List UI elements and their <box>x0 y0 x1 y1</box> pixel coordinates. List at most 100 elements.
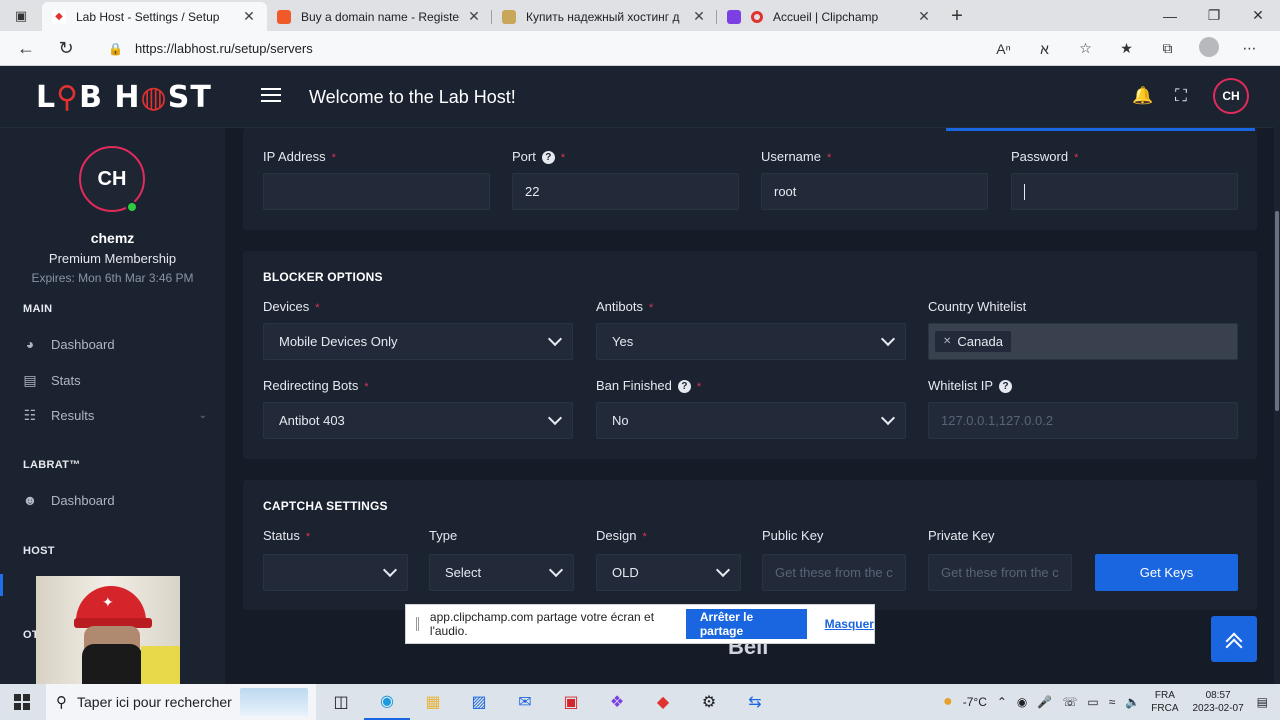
browser-tab-domain[interactable]: Buy a domain name - Register ch ✕ <box>267 2 492 31</box>
close-tab-icon[interactable]: ✕ <box>466 8 482 25</box>
browser-tab-hosting[interactable]: Купить надежный хостинг д ✕ <box>492 2 717 31</box>
more-menu-icon[interactable]: ⋯ <box>1229 40 1270 57</box>
page-scrollbar[interactable] <box>1274 66 1280 684</box>
namecheap-favicon-icon <box>277 9 291 24</box>
microphone-icon[interactable]: 🎤 <box>1037 695 1052 709</box>
cap-logo-icon: ✦ <box>102 594 114 610</box>
sidebar-item-stats[interactable]: ▤ Stats <box>22 369 207 391</box>
teamviewer-icon[interactable]: ⇆ <box>732 684 778 720</box>
favorite-star-icon[interactable]: ☆ <box>1065 40 1106 57</box>
help-icon[interactable]: ? <box>541 151 555 165</box>
captcha-status-select[interactable] <box>263 554 408 591</box>
back-arrow-icon[interactable]: ← <box>6 38 46 59</box>
anydesk-icon[interactable]: ◆ <box>640 684 686 720</box>
hamburger-menu-icon[interactable] <box>261 88 281 104</box>
task-view-icon[interactable]: ◫ <box>318 684 364 720</box>
chevron-up-icon[interactable]: ⌃ <box>997 695 1007 709</box>
stop-sharing-button[interactable]: Arrêter le partage <box>685 609 807 639</box>
save-button-edge[interactable] <box>946 128 1255 131</box>
taskbar-search[interactable]: ⚲ Taper ici pour rechercher <box>46 684 316 720</box>
drag-handle[interactable] <box>416 617 419 631</box>
mail-icon[interactable]: ✉ <box>502 684 548 720</box>
whitelist-ip-input[interactable]: 127.0.0.1,127.0.0.2 <box>928 402 1238 439</box>
maximize-icon[interactable]: ❐ <box>1192 0 1236 31</box>
app-icon[interactable]: ❖ <box>594 684 640 720</box>
label-text: Redirecting Bots <box>263 378 359 393</box>
main-content: IP Address * Port? * 22 Username * root Pas… <box>225 128 1280 684</box>
scrollbar-thumb[interactable] <box>1275 211 1279 411</box>
favorites-list-icon[interactable]: ★ <box>1106 40 1147 57</box>
required-asterisk: * <box>1074 152 1079 164</box>
webcam-tray-icon[interactable]: ◉ <box>1017 695 1027 709</box>
scroll-to-top-button[interactable] <box>1211 616 1257 662</box>
volume-icon[interactable]: 🔈 <box>1125 695 1140 709</box>
sidebar-item-labrat-dashboard[interactable]: ☻ Dashboard <box>22 489 207 511</box>
help-icon[interactable]: ? <box>999 380 1013 394</box>
tag-label: Canada <box>957 334 1003 349</box>
required-asterisk: * <box>331 152 336 164</box>
hide-link[interactable]: Masquer <box>825 617 874 631</box>
ip-address-input[interactable] <box>263 173 490 210</box>
tab-actions-icon[interactable]: ▣ <box>0 0 42 31</box>
close-tab-icon[interactable]: ✕ <box>241 8 257 25</box>
close-tab-icon[interactable]: ✕ <box>691 8 707 25</box>
get-keys-button[interactable]: Get Keys <box>1095 554 1238 591</box>
settings-gear-icon[interactable]: ⚙ <box>686 684 732 720</box>
battery-icon[interactable]: ▭ <box>1087 695 1098 709</box>
browser-tab-clipchamp[interactable]: Accueil | Clipchamp ✕ <box>717 2 942 31</box>
redirecting-bots-select[interactable]: Antibot 403 <box>263 402 573 439</box>
close-window-icon[interactable]: ✕ <box>1236 0 1280 31</box>
country-whitelist-input[interactable]: ✕ Canada <box>928 323 1238 360</box>
reload-icon[interactable]: ↻ <box>46 38 86 59</box>
clipchamp-favicon-icon <box>727 9 741 24</box>
start-button[interactable] <box>0 684 44 720</box>
captcha-type-select[interactable]: Select <box>429 554 574 591</box>
dashboard-icon: ◕ <box>25 336 35 352</box>
minimize-icon[interactable]: — <box>1148 0 1192 31</box>
edge-browser-icon[interactable]: ◉ <box>364 684 410 720</box>
phone-icon[interactable]: ☏ <box>1062 695 1077 709</box>
fullscreen-icon[interactable]: ⛶ <box>1175 86 1187 106</box>
bell-icon[interactable]: 🔔 <box>1132 86 1153 106</box>
public-key-input[interactable]: Get these from the c <box>762 554 906 591</box>
notification-icon[interactable]: ▤ <box>1257 695 1268 709</box>
profile-icon[interactable] <box>1188 37 1229 60</box>
private-key-input[interactable]: Get these from the c <box>928 554 1072 591</box>
port-input[interactable]: 22 <box>512 173 739 210</box>
antibots-select[interactable]: Yes <box>596 323 906 360</box>
devices-select[interactable]: Mobile Devices Only <box>263 323 573 360</box>
remove-tag-icon[interactable]: ✕ <box>943 336 951 347</box>
flask-icon: ⚲ <box>56 80 80 115</box>
sidebar-item-dashboard[interactable]: ◕ Dashboard <box>22 333 207 355</box>
language-indicator[interactable]: FRA FRCA <box>1151 689 1178 715</box>
collections-icon[interactable]: ⧉ <box>1147 40 1188 57</box>
port-label: Port? * <box>512 149 565 165</box>
close-tab-icon[interactable]: ✕ <box>916 8 932 25</box>
screen-share-bar: app.clipchamp.com partage votre écran et… <box>405 604 875 644</box>
wifi-icon[interactable]: ≈ <box>1109 695 1116 709</box>
sidebar-item-results[interactable]: ☷ Results ⌄ <box>22 404 207 426</box>
chevron-down-icon <box>880 331 896 347</box>
store-icon[interactable]: ▨ <box>456 684 502 720</box>
translate-icon[interactable]: א <box>1024 41 1065 57</box>
gift-app-icon[interactable]: ▣ <box>548 684 594 720</box>
url-field[interactable]: 🔒 https://labhost.ru/setup/servers <box>96 35 996 62</box>
weather-temp[interactable]: -7°C <box>963 695 987 709</box>
ban-finished-select[interactable]: No <box>596 402 906 439</box>
captcha-design-select[interactable]: OLD <box>596 554 741 591</box>
text-caret <box>1024 183 1025 200</box>
browser-tab-lab-host[interactable]: ◆ Lab Host - Settings / Setup ✕ <box>42 2 267 31</box>
weather-icon[interactable]: ● <box>943 693 953 711</box>
help-icon[interactable]: ? <box>677 380 691 394</box>
new-tab-button[interactable]: + <box>942 2 972 31</box>
captcha-settings-card: CAPTCHA SETTINGS Status * Type Select Des… <box>243 480 1257 610</box>
file-explorer-icon[interactable]: ▦ <box>410 684 456 720</box>
blocker-options-card: BLOCKER OPTIONS Devices * Mobile Devices … <box>243 251 1257 459</box>
read-aloud-icon[interactable]: Aⁿ <box>983 41 1024 57</box>
username-input[interactable]: root <box>761 173 988 210</box>
label-text: Ban Finished <box>596 378 672 393</box>
clock[interactable]: 08:57 2023-02-07 <box>1193 689 1244 715</box>
password-input[interactable] <box>1011 173 1238 210</box>
user-avatar[interactable]: CH <box>1213 78 1249 114</box>
lab-host-logo[interactable]: L⚲B H◍ST <box>36 80 212 115</box>
